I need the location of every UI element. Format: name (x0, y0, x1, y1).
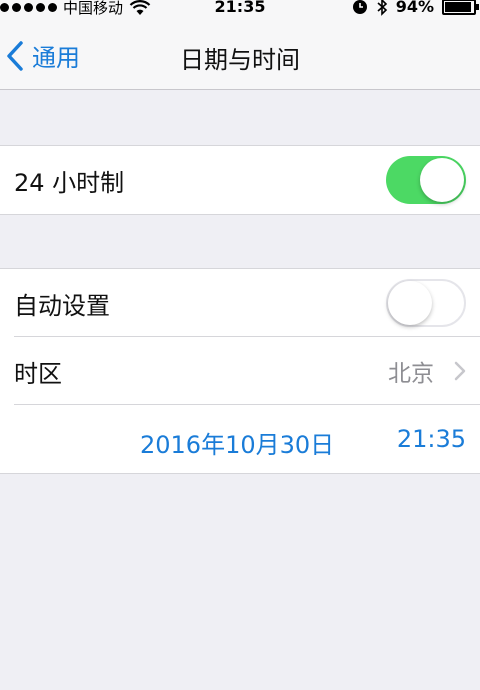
settings-row-label: 24 小时制 (14, 168, 125, 197)
alarm-icon (352, 0, 367, 14)
timezone-value: 北京 (388, 361, 434, 387)
settings-group-hour-format: 24 小时制 (0, 145, 480, 215)
chevron-right-icon (454, 361, 466, 381)
settings-row-date-time[interactable]: 2016年10月30日 21:35 (0, 405, 480, 473)
settings-row-timezone[interactable]: 时区 北京 (0, 337, 480, 405)
toggle-auto-set[interactable] (386, 279, 466, 327)
time-value[interactable]: 21:35 (397, 425, 466, 453)
status-bar: 中国移动 21:35 94% (0, 0, 480, 20)
battery-icon (442, 0, 479, 15)
toggle-knob (388, 281, 432, 325)
status-right: 94% (352, 0, 479, 16)
toggle-knob (420, 158, 464, 202)
toggle-24-hour[interactable] (386, 156, 466, 204)
settings-row-auto-set: 自动设置 (0, 269, 480, 337)
settings-row-label: 时区 (14, 359, 62, 388)
settings-row-label: 自动设置 (14, 291, 110, 320)
settings-group-auto: 自动设置 时区 北京 2016年10月30日 21:35 (0, 268, 480, 474)
battery-percentage: 94% (395, 0, 434, 16)
bluetooth-icon (377, 0, 387, 16)
page-title: 日期与时间 (180, 46, 300, 74)
navigation-bar: 通用 日期与时间 (0, 20, 480, 90)
settings-row-24-hour: 24 小时制 (0, 146, 480, 214)
date-value[interactable]: 2016年10月30日 (140, 425, 334, 460)
